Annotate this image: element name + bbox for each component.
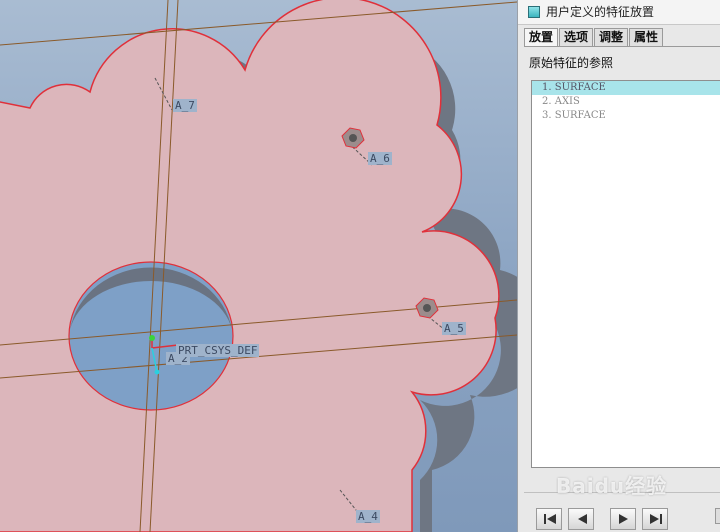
model-viewport[interactable]: A_7 A_6 A_5 A_4 A_2 PRT_CSYS_DEF [0, 0, 517, 532]
last-button[interactable] [642, 508, 668, 530]
dialog-title: 用户定义的特征放置 [546, 5, 655, 19]
next-button[interactable] [610, 508, 636, 530]
tab-options[interactable]: 选项 [559, 28, 594, 46]
model-canvas [0, 0, 517, 532]
part-face [0, 0, 500, 532]
previous-icon [578, 514, 587, 524]
dialog-title-bar: 用户定义的特征放置 [518, 0, 720, 25]
reference-item-axis[interactable]: 2. AXIS [532, 95, 720, 109]
last-icon [650, 514, 662, 524]
next-icon [619, 514, 628, 524]
tab-divider [524, 46, 720, 47]
watermark-logo: Baidu经验 [556, 474, 668, 498]
first-icon [544, 514, 556, 524]
axis-label-a5[interactable]: A_5 [442, 322, 466, 335]
feature-icon [528, 6, 540, 18]
tab-bar: 放置 选项 调整 属性 [524, 28, 664, 47]
tab-properties[interactable]: 属性 [629, 28, 664, 46]
axis-label-a4[interactable]: A_4 [356, 510, 380, 523]
tab-placement[interactable]: 放置 [524, 28, 559, 47]
udf-placement-dialog: 用户定义的特征放置 放置 选项 调整 属性 原始特征的参照 1. SURFACE… [517, 0, 720, 532]
reference-item-surface-3[interactable]: 3. SURFACE [532, 109, 720, 123]
panel-edge-handle[interactable] [715, 508, 720, 524]
previous-button[interactable] [568, 508, 594, 530]
references-list[interactable]: 1. SURFACE 2. AXIS 3. SURFACE [531, 80, 720, 468]
first-button[interactable] [536, 508, 562, 530]
tab-adjust[interactable]: 调整 [594, 28, 629, 46]
reference-item-surface-1[interactable]: 1. SURFACE [532, 81, 720, 95]
axis-label-a7[interactable]: A_7 [173, 99, 197, 112]
csys-label[interactable]: PRT_CSYS_DEF [176, 344, 260, 357]
references-heading: 原始特征的参照 [529, 56, 614, 70]
axis-label-a6[interactable]: A_6 [368, 152, 392, 165]
